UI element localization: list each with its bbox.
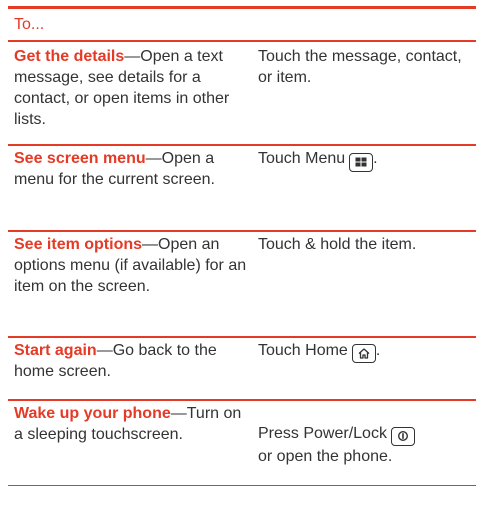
row-action-text: Touch Menu (258, 150, 346, 167)
row-action: Touch the message, contact, or item. (258, 46, 472, 136)
row-description: Start again—Go back to the home screen. (14, 340, 258, 391)
table-header-label: To... (14, 15, 45, 33)
row-action-text: Touch & hold the item. (258, 236, 417, 253)
row-action: Touch Menu. (258, 148, 472, 222)
row-description: Wake up your phone—Turn on a sleeping to… (14, 403, 258, 477)
row-action-suffix: . (375, 342, 381, 359)
row-term: Get the details (14, 48, 125, 65)
row-description: Get the details—Open a text message, see… (14, 46, 258, 136)
row-action-suffix: . (373, 150, 378, 167)
row-action-text: Touch Home (258, 342, 348, 359)
row-action-text: Touch the message, contact, or item. (258, 48, 462, 86)
row-term: See screen menu (14, 150, 146, 167)
home-key-icon (351, 344, 376, 363)
row-term: See item options (14, 236, 143, 253)
row-action: Touch Home. (258, 340, 472, 391)
instructions-table: To... Get the details—Open a text messag… (8, 6, 476, 486)
row-action: Press Power/Lock or open the phone. (258, 403, 472, 477)
table-row: Start again—Go back to the home screen. … (8, 336, 476, 399)
row-action-text: Press Power/Lock (258, 425, 387, 442)
row-description: See screen menu—Open a menu for the curr… (14, 148, 258, 222)
table-header: To... (8, 6, 476, 40)
row-term: Wake up your phone (14, 405, 171, 422)
table-row: Wake up your phone—Turn on a sleeping to… (8, 399, 476, 485)
table-bottom-rule (8, 485, 476, 486)
row-action-suffix: or open the phone. (258, 447, 393, 465)
power-key-icon (390, 426, 415, 446)
table-row: Get the details—Open a text message, see… (8, 40, 476, 144)
table-row: See screen menu—Open a menu for the curr… (8, 144, 476, 230)
menu-key-icon (349, 152, 374, 172)
row-action: Touch & hold the item. (258, 234, 472, 328)
row-term: Start again (14, 342, 97, 359)
table-row: See item options—Open an options menu (i… (8, 230, 476, 336)
row-description: See item options—Open an options menu (i… (14, 234, 258, 328)
